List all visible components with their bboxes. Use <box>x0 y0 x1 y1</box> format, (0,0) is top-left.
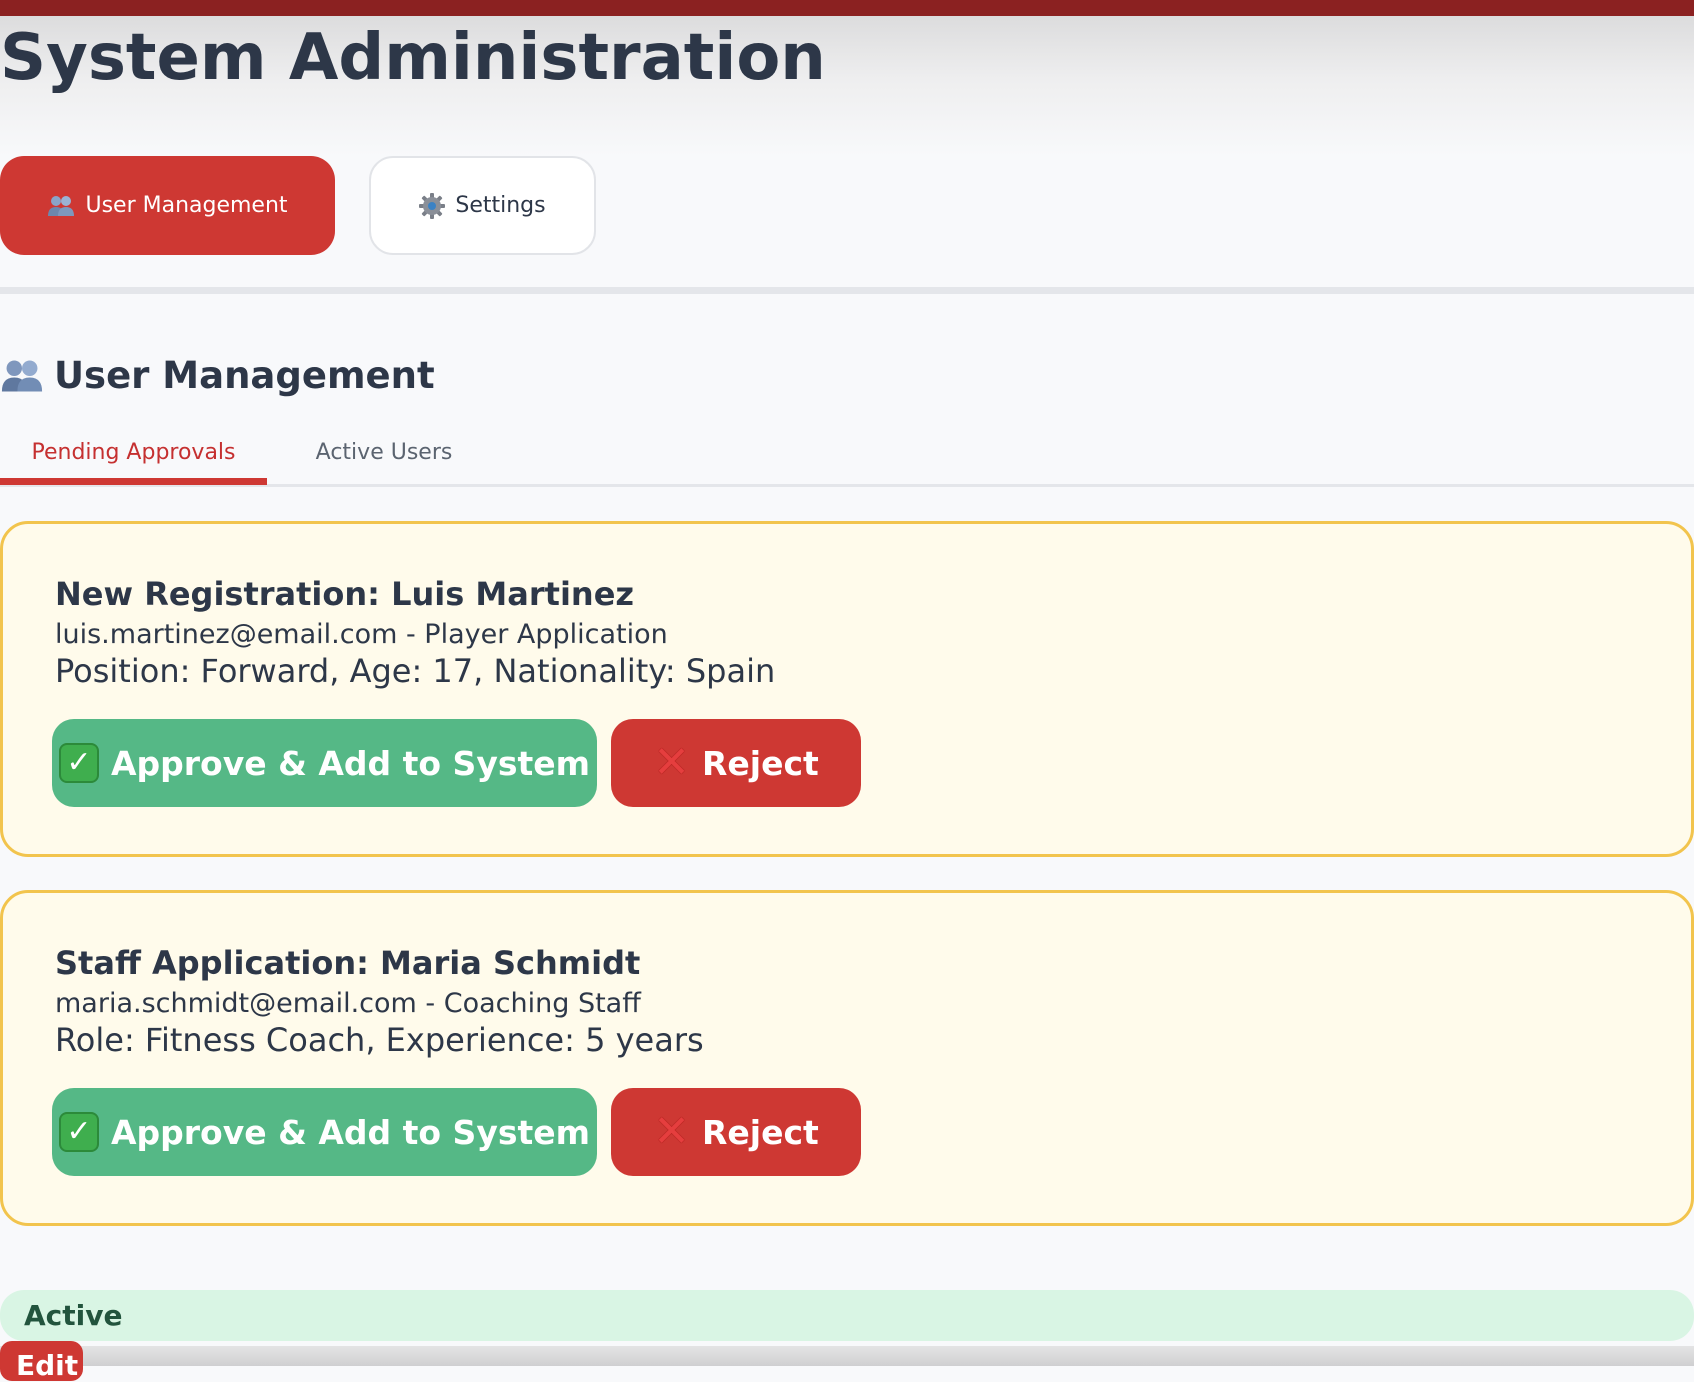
check-mark-icon: ✓ <box>58 1112 99 1152</box>
cross-mark-icon: ✕ <box>653 737 691 788</box>
nav-settings-label: Settings <box>455 193 546 218</box>
pending-approval-card: New Registration: Luis Martinez luis.mar… <box>0 521 1694 857</box>
tab-pending-approvals[interactable]: Pending Approvals <box>0 420 267 484</box>
card-email-line: luis.martinez@email.com - Player Applica… <box>55 619 668 650</box>
card-title: Staff Application: Maria Schmidt <box>55 944 641 982</box>
card-title: New Registration: Luis Martinez <box>55 575 635 613</box>
bottom-band <box>0 1346 1694 1366</box>
nav-user-management-button[interactable]: User Management <box>0 156 335 255</box>
card-details: Position: Forward, Age: 17, Nationality:… <box>55 652 776 690</box>
top-accent-stripe <box>0 0 1694 16</box>
tab-active-users[interactable]: Active Users <box>282 420 486 484</box>
cross-mark-icon: ✕ <box>653 1106 691 1157</box>
approve-label: Approve & Add to System <box>110 743 591 783</box>
card-details: Role: Fitness Coach, Experience: 5 years <box>55 1021 704 1059</box>
check-mark-icon: ✓ <box>58 743 99 783</box>
approve-button[interactable]: ✓ Approve & Add to System <box>52 719 597 807</box>
edit-button[interactable]: Edit <box>0 1341 83 1382</box>
users-icon <box>47 195 75 217</box>
page-title: System Administration <box>0 21 826 95</box>
reject-button[interactable]: ✕ Reject <box>611 719 861 807</box>
nav-user-management-label: User Management <box>85 193 288 218</box>
section-title: User Management <box>0 354 435 397</box>
active-tab-indicator <box>0 478 267 485</box>
active-status-label: Active <box>24 1299 123 1332</box>
active-status-bar: Active <box>0 1290 1694 1341</box>
reject-label: Reject <box>702 1112 819 1152</box>
users-icon <box>0 359 44 393</box>
pending-approval-card: Staff Application: Maria Schmidt maria.s… <box>0 890 1694 1226</box>
approve-button[interactable]: ✓ Approve & Add to System <box>52 1088 597 1176</box>
approve-label: Approve & Add to System <box>110 1112 591 1152</box>
nav-settings-button[interactable]: Settings <box>369 156 596 255</box>
section-title-text: User Management <box>54 354 435 397</box>
card-email-line: maria.schmidt@email.com - Coaching Staff <box>55 988 641 1019</box>
gear-icon <box>419 192 446 219</box>
reject-button[interactable]: ✕ Reject <box>611 1088 861 1176</box>
section-divider <box>0 287 1694 294</box>
reject-label: Reject <box>702 743 819 783</box>
